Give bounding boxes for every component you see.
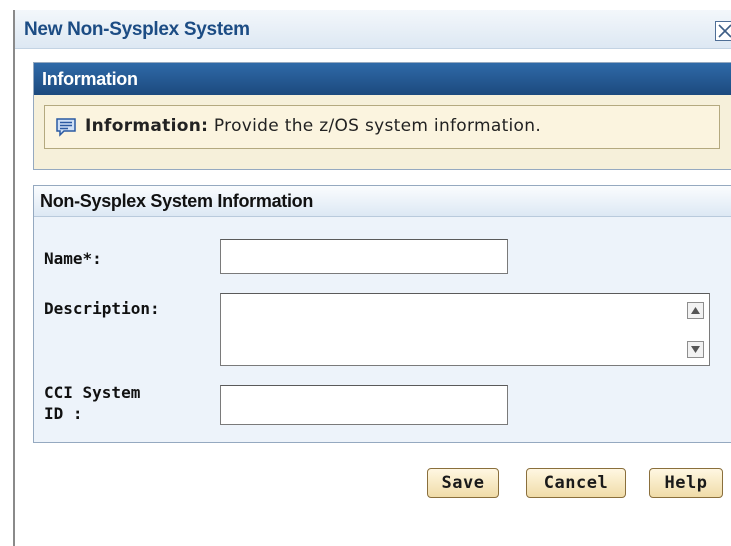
name-input[interactable] bbox=[220, 239, 508, 274]
close-button[interactable] bbox=[715, 21, 731, 41]
information-section-header: Information bbox=[34, 63, 731, 95]
description-textarea[interactable] bbox=[221, 294, 687, 364]
new-non-sysplex-system-dialog: New Non-Sysplex System Information Infor… bbox=[13, 10, 731, 546]
non-sysplex-system-information-section: Non-Sysplex System Information Name*: De… bbox=[33, 185, 731, 443]
info-message-box: Information: Provide the z/OS system inf… bbox=[44, 105, 720, 149]
help-button[interactable]: Help bbox=[649, 468, 723, 498]
information-section: Information Information: Provide the z/O… bbox=[33, 62, 731, 170]
cci-system-id-label: CCI System ID : bbox=[44, 382, 140, 424]
name-label: Name*: bbox=[44, 249, 102, 268]
description-field bbox=[220, 293, 710, 366]
description-scroll-down-button[interactable] bbox=[687, 341, 704, 358]
information-section-title: Information bbox=[42, 69, 138, 89]
form-section-header: Non-Sysplex System Information bbox=[34, 186, 731, 217]
information-section-body: Information: Provide the z/OS system inf… bbox=[34, 95, 731, 169]
scroll-down-arrow-icon bbox=[691, 346, 700, 353]
description-label: Description: bbox=[44, 299, 160, 318]
cci-system-id-input[interactable] bbox=[220, 385, 508, 425]
close-icon bbox=[718, 24, 731, 38]
cci-system-id-label-line2: ID : bbox=[44, 404, 83, 423]
info-message-label: Information: bbox=[85, 116, 209, 136]
cci-system-id-label-line1: CCI System bbox=[44, 383, 141, 402]
save-button[interactable]: Save bbox=[427, 468, 499, 498]
cancel-button[interactable]: Cancel bbox=[526, 468, 626, 498]
scroll-up-arrow-icon bbox=[691, 307, 700, 314]
info-message-text: Information: Provide the z/OS system inf… bbox=[85, 116, 541, 136]
info-message-icon bbox=[56, 118, 76, 137]
description-scroll-up-button[interactable] bbox=[687, 302, 704, 319]
dialog-titlebar[interactable]: New Non-Sysplex System bbox=[15, 10, 731, 49]
dialog-title: New Non-Sysplex System bbox=[24, 19, 250, 40]
info-message-body: Provide the z/OS system information. bbox=[208, 116, 542, 136]
form-section-title: Non-Sysplex System Information bbox=[40, 191, 314, 211]
